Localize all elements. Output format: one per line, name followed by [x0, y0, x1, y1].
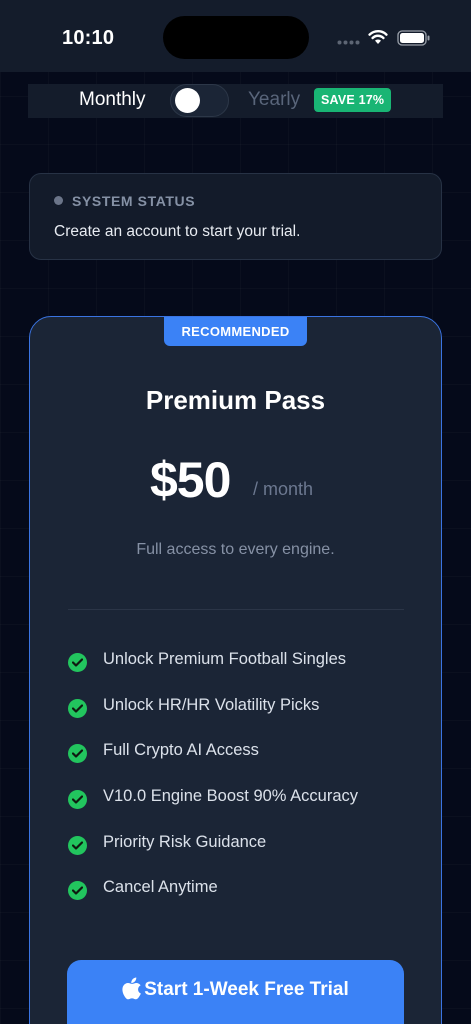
- feature-item: Unlock HR/HR Volatility Picks: [68, 696, 428, 742]
- system-status-card: SYSTEM STATUS Create an account to start…: [29, 173, 442, 260]
- feature-text: Unlock HR/HR Volatility Picks: [103, 695, 320, 714]
- check-icon: [68, 790, 87, 810]
- billing-period-switch[interactable]: [170, 84, 229, 117]
- feature-item: Full Crypto AI Access: [68, 741, 428, 787]
- divider: [68, 609, 404, 610]
- system-status-message: Create an account to start your trial.: [54, 223, 301, 240]
- check-icon: [68, 653, 87, 672]
- status-bar: 10:10: [0, 0, 471, 72]
- battery-icon: [397, 30, 430, 46]
- feature-item: Priority Risk Guidance: [68, 833, 428, 879]
- start-trial-button[interactable]: Start 1-Week Free Trial: [67, 960, 404, 1024]
- feature-text: V10.0 Engine Boost 90% Accuracy: [103, 787, 358, 806]
- feature-item: V10.0 Engine Boost 90% Accuracy: [68, 787, 428, 833]
- feature-item: Cancel Anytime: [68, 878, 428, 924]
- dynamic-island: [163, 16, 309, 59]
- apple-icon: [122, 977, 142, 999]
- monthly-option[interactable]: Monthly: [79, 89, 146, 111]
- feature-text: Unlock Premium Football Singles: [103, 650, 347, 668]
- check-icon: [68, 881, 87, 901]
- save-badge: SAVE 17%: [314, 88, 392, 112]
- status-dot-icon: [54, 196, 63, 205]
- recommended-badge: RECOMMENDED: [164, 317, 307, 346]
- signal-icon: [337, 40, 360, 45]
- plan-name: Premium Pass: [145, 385, 326, 415]
- check-icon: [68, 698, 87, 718]
- feature-text: Cancel Anytime: [103, 878, 218, 897]
- price-amount: $50: [150, 452, 231, 508]
- status-time: 10:10: [62, 27, 115, 49]
- switch-knob: [175, 88, 200, 113]
- feature-text: Full Crypto AI Access: [103, 741, 259, 760]
- price-period: / month: [253, 479, 314, 499]
- check-icon: [68, 744, 87, 764]
- feature-list: Unlock Premium Football Singles Unlock H…: [68, 650, 428, 924]
- feature-text: Priority Risk Guidance: [103, 832, 267, 851]
- yearly-option[interactable]: Yearly: [248, 89, 300, 111]
- wifi-icon: [368, 30, 388, 44]
- feature-item: Unlock Premium Football Singles: [68, 650, 428, 696]
- check-icon: [68, 835, 87, 855]
- start-trial-label: Start 1-Week Free Trial: [144, 979, 349, 1000]
- plan-description: Full access to every engine.: [136, 541, 335, 558]
- system-status-title: SYSTEM STATUS: [72, 193, 196, 209]
